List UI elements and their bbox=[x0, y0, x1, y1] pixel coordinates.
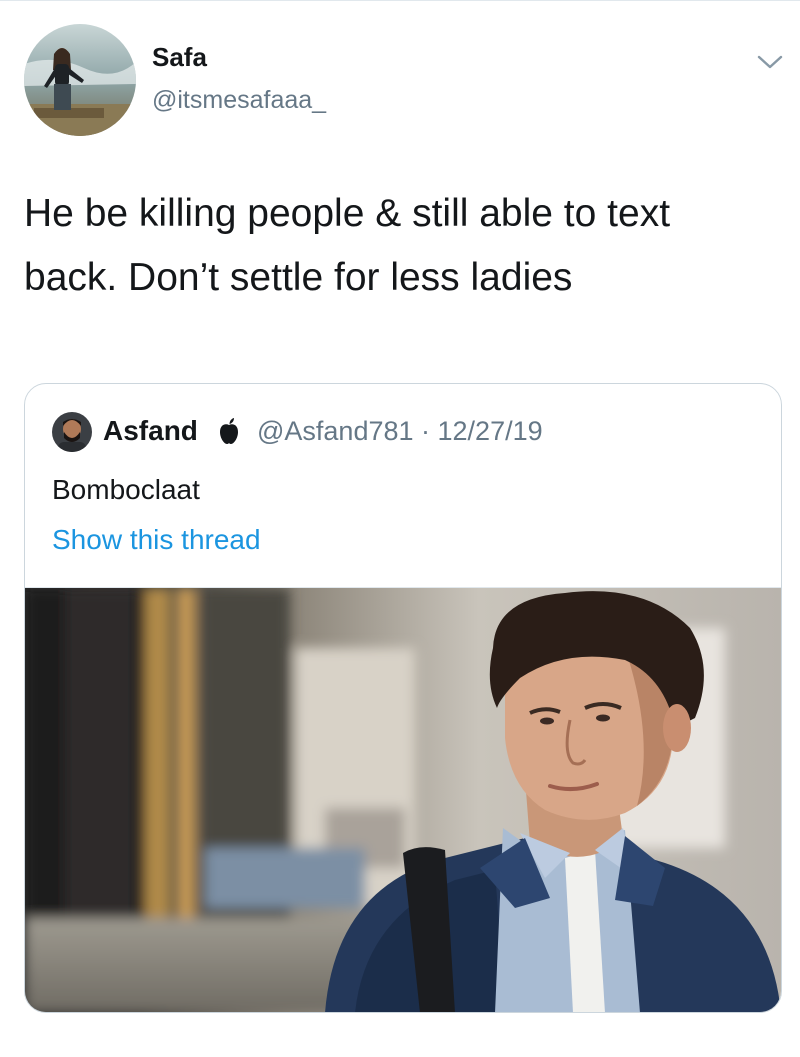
chevron-down-icon[interactable] bbox=[756, 52, 784, 72]
quoted-tweet-photo[interactable] bbox=[25, 587, 781, 1012]
quoted-tweet-date[interactable]: 12/27/19 bbox=[438, 416, 543, 446]
author-name[interactable]: Safa bbox=[152, 42, 207, 73]
meta-separator: · bbox=[413, 416, 438, 446]
quoted-author-handle[interactable]: @Asfand781 bbox=[257, 416, 414, 446]
quoted-author-name[interactable]: Asfand bbox=[103, 415, 198, 447]
tweet-text: He be killing people & still able to tex… bbox=[24, 192, 671, 299]
author-avatar[interactable] bbox=[24, 24, 136, 136]
quoted-photo-image bbox=[25, 588, 781, 1012]
quoted-tweet-card[interactable]: Asfand @Asfand781 · 12/27/19 Bomboclaat … bbox=[24, 383, 782, 1013]
author-handle[interactable]: @itsmesafaaa_ bbox=[152, 86, 326, 115]
apple-logo-icon bbox=[216, 417, 242, 445]
author-avatar-image bbox=[24, 24, 136, 136]
quoted-author-avatar[interactable] bbox=[52, 412, 92, 452]
quoted-tweet-meta: @Asfand781 · 12/27/19 bbox=[257, 416, 543, 447]
top-divider bbox=[0, 0, 800, 1]
quoted-tweet-text: Bomboclaat bbox=[52, 474, 200, 505]
quoted-author-avatar-image bbox=[52, 412, 92, 452]
show-thread-link[interactable]: Show this thread bbox=[52, 524, 261, 556]
